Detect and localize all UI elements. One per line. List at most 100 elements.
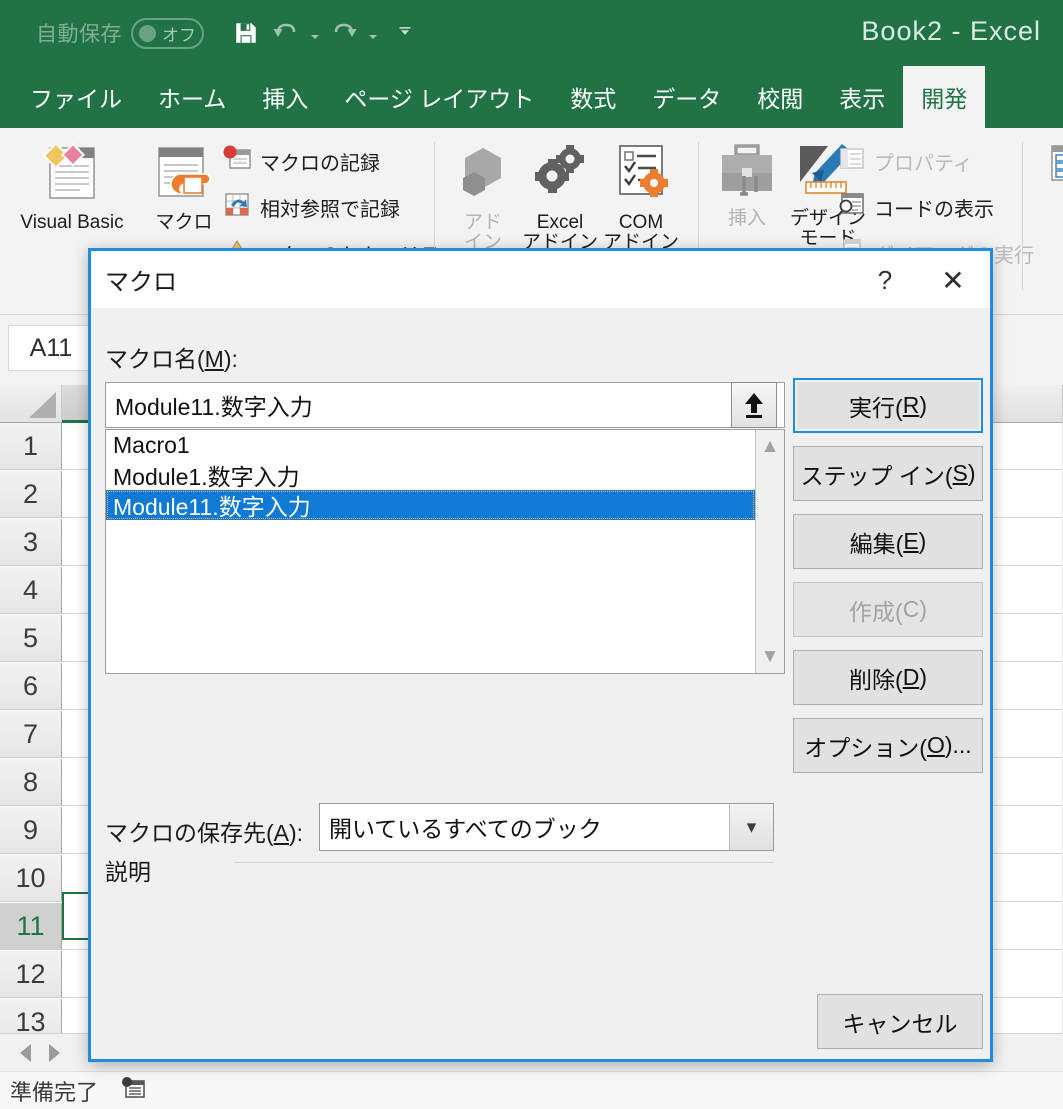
redo-icon[interactable] xyxy=(326,15,362,51)
autosave-switch[interactable]: オフ xyxy=(131,18,204,49)
dialog-body: マクロ名(M): Module11.数字入力 Macro1Module1.数字入… xyxy=(91,308,990,1059)
window-title-bar: 自動保存 オフ Book2 - Excel xyxy=(0,0,1063,66)
run-button[interactable]: 実行(R) xyxy=(793,378,983,433)
addins-label: アド xyxy=(464,212,502,233)
status-bar: 準備完了 xyxy=(0,1071,1063,1109)
macro-list-box[interactable]: Macro1Module1.数字入力Module11.数字入力 ▲ ▼ xyxy=(105,429,785,674)
save-icon[interactable] xyxy=(228,15,264,51)
autosave-state-label: オフ xyxy=(162,21,196,46)
delete-button[interactable]: 削除(D) xyxy=(793,650,983,705)
autosave-toggle[interactable]: 自動保存 オフ xyxy=(36,18,204,49)
row-header-7[interactable]: 7 xyxy=(0,711,62,758)
tab-developer[interactable]: 開発 xyxy=(903,66,985,128)
list-item[interactable]: Module11.数字入力 xyxy=(106,490,755,520)
help-icon[interactable]: ? xyxy=(866,262,904,298)
addins-button[interactable]: アドイン xyxy=(448,142,518,253)
insert-control-button[interactable]: 挿入 xyxy=(710,142,784,229)
macro-icon xyxy=(146,142,222,209)
previous-sheet-icon[interactable] xyxy=(20,1044,31,1062)
visual-basic-button[interactable]: Visual Basic xyxy=(8,142,136,233)
create-button[interactable]: 作成(C) xyxy=(793,582,983,637)
record-macro-icon xyxy=(222,144,252,178)
toolbox-icon xyxy=(710,142,784,205)
row-header-12[interactable]: 12 xyxy=(0,951,62,998)
description-divider xyxy=(234,862,774,863)
record-macro-icon[interactable] xyxy=(120,1076,146,1106)
xml-source-button[interactable]: ソ xyxy=(1040,142,1063,223)
options-button[interactable]: オプション(O)... xyxy=(793,718,983,773)
autosave-knob xyxy=(139,25,156,42)
row-header-10[interactable]: 10 xyxy=(0,855,62,902)
properties-button[interactable]: プロパティ xyxy=(836,144,973,178)
macro-button[interactable]: マクロ xyxy=(146,142,222,233)
gears-icon xyxy=(518,142,602,209)
select-all-corner[interactable] xyxy=(0,385,62,423)
chevron-down-icon[interactable]: ▾ xyxy=(729,804,773,850)
tab-review[interactable]: 校閲 xyxy=(739,66,821,128)
macro-name-input[interactable]: Module11.数字入力 xyxy=(105,382,785,428)
com-addins-label: COM xyxy=(619,212,663,233)
com-addins-button[interactable]: COMアドイン xyxy=(600,142,682,253)
list-item[interactable]: Macro1 xyxy=(106,430,755,460)
use-relative-references-button[interactable]: 相対参照で記録 xyxy=(222,190,400,224)
macro-location-value: 開いているすべてのブック xyxy=(320,810,729,844)
record-macro-button[interactable]: マクロの記録 xyxy=(222,144,380,178)
tab-view[interactable]: 表示 xyxy=(821,66,903,128)
view-code-icon xyxy=(836,190,866,224)
relative-reference-icon xyxy=(222,190,252,224)
properties-icon xyxy=(836,144,866,178)
tab-home[interactable]: ホーム xyxy=(140,66,244,128)
view-code-button[interactable]: コードの表示 xyxy=(836,190,994,224)
row-header-8[interactable]: 8 xyxy=(0,759,62,806)
cancel-button[interactable]: キャンセル xyxy=(817,994,983,1049)
row-header-3[interactable]: 3 xyxy=(0,519,62,566)
tab-insert[interactable]: 挿入 xyxy=(244,66,326,128)
name-box[interactable]: A11 xyxy=(8,325,94,371)
row-header-13[interactable]: 13 xyxy=(0,999,62,1033)
workbook-title: Book2 - Excel xyxy=(861,16,1041,47)
insert-control-label: 挿入 xyxy=(728,208,766,229)
redo-dropdown-icon[interactable] xyxy=(366,15,380,51)
undo-dropdown-icon[interactable] xyxy=(308,15,322,51)
tab-file[interactable]: ファイル xyxy=(12,66,140,128)
step-into-button[interactable]: ステップ イン(S) xyxy=(793,446,983,501)
row-header-4[interactable]: 4 xyxy=(0,567,62,614)
description-label: 説明 xyxy=(105,853,151,887)
macro-name-label: マクロ名(M): xyxy=(105,340,238,374)
move-up-icon[interactable] xyxy=(731,382,777,428)
quick-access-toolbar xyxy=(228,15,412,51)
row-header-5[interactable]: 5 xyxy=(0,615,62,662)
row-header-2[interactable]: 2 xyxy=(0,471,62,518)
status-mode-label: 準備完了 xyxy=(10,1075,98,1107)
row-header-9[interactable]: 9 xyxy=(0,807,62,854)
visual-basic-label: Visual Basic xyxy=(20,212,123,233)
chevron-down-icon[interactable]: ▼ xyxy=(761,647,780,666)
row-header-1[interactable]: 1 xyxy=(0,423,62,470)
macro-list-items: Macro1Module1.数字入力Module11.数字入力 xyxy=(106,430,755,520)
macro-label: マクロ xyxy=(155,212,212,233)
macro-list-scrollbar[interactable]: ▲ ▼ xyxy=(755,430,784,673)
close-icon[interactable]: ✕ xyxy=(930,262,976,298)
row-header-6[interactable]: 6 xyxy=(0,663,62,710)
tab-page-layout[interactable]: ページ レイアウト xyxy=(326,66,552,128)
macro-location-select[interactable]: 開いているすべてのブック ▾ xyxy=(319,803,774,851)
chevron-up-icon[interactable]: ▲ xyxy=(761,437,780,456)
edit-button[interactable]: 編集(E) xyxy=(793,514,983,569)
group-separator-3 xyxy=(1022,142,1023,290)
tab-data[interactable]: データ xyxy=(634,66,739,128)
addins-icon xyxy=(448,142,518,209)
macro-location-label: マクロの保存先(A): xyxy=(105,814,303,848)
next-sheet-icon[interactable] xyxy=(49,1044,60,1062)
dialog-title-bar: マクロ ? ✕ xyxy=(91,251,990,308)
com-addins-icon xyxy=(600,142,682,209)
customize-quick-access-toolbar-icon[interactable] xyxy=(398,15,412,51)
properties-label: プロパティ xyxy=(874,147,973,176)
autosave-label: 自動保存 xyxy=(36,18,122,48)
ribbon-tab-strip: ファイル ホーム 挿入 ページ レイアウト 数式 データ 校閲 表示 開発 xyxy=(0,66,1063,128)
excel-addins-button[interactable]: Excelアドイン xyxy=(518,142,602,253)
view-code-label: コードの表示 xyxy=(874,193,994,222)
tab-formulas[interactable]: 数式 xyxy=(552,66,634,128)
undo-icon[interactable] xyxy=(268,15,304,51)
row-header-11[interactable]: 11 xyxy=(0,903,62,950)
list-item[interactable]: Module1.数字入力 xyxy=(106,460,755,490)
